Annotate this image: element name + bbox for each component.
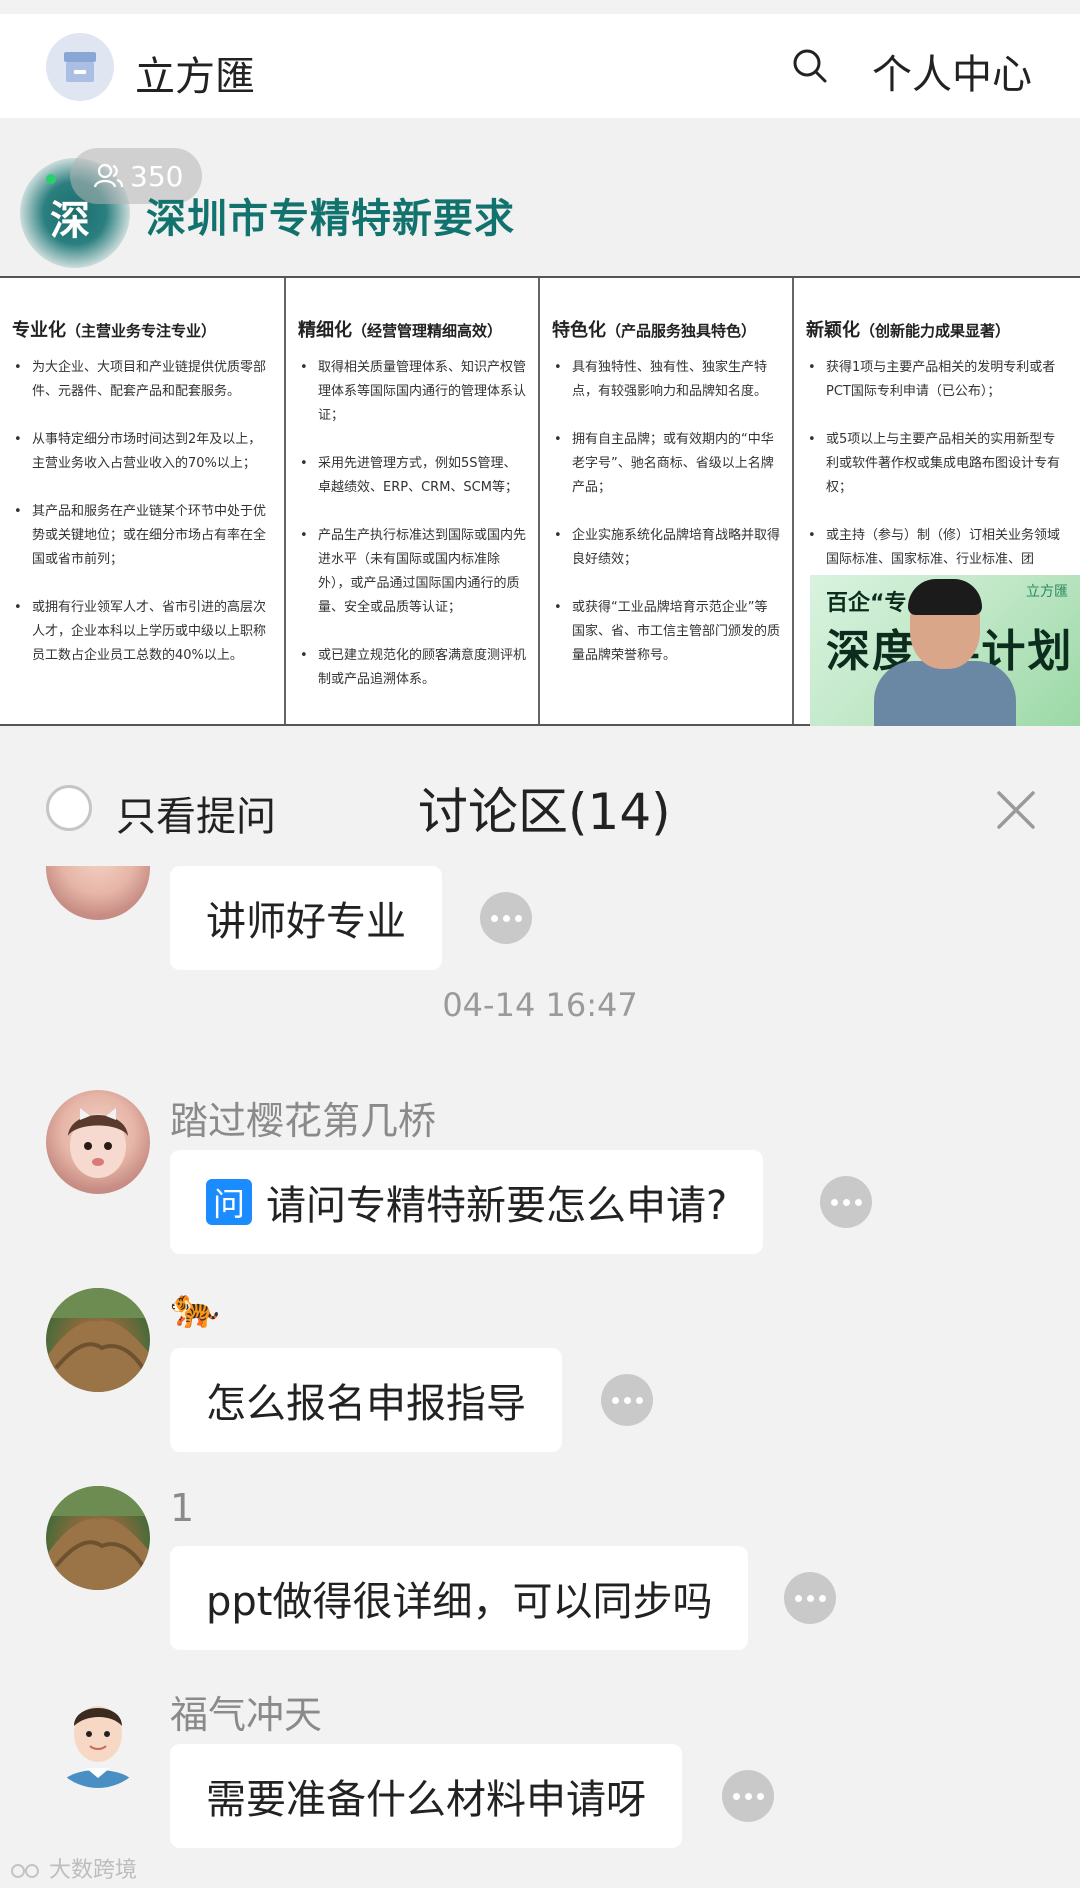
column-heading: 精细化（经营管理精细高效） xyxy=(298,320,503,341)
message-bubble[interactable]: 需要准备什么材料申请呀 xyxy=(170,1744,682,1848)
live-indicator-icon xyxy=(46,174,56,184)
message-timestamp: 04-14 16:47 xyxy=(442,986,638,1024)
store-logo-icon[interactable] xyxy=(46,33,114,101)
column-item: 或拥有行业领军人才、省市引进的高层次人才，企业本科以上学历或中级以上职称员工数占… xyxy=(12,596,272,668)
column-item: 拥有自主品牌；或有效期内的“中华老字号”、驰名商标、省级以上名牌产品； xyxy=(552,428,780,500)
column-item: 取得相关质量管理体系、知识产权管理体系等国际国内通行的管理体系认证； xyxy=(298,356,526,428)
presenter-video-overlay[interactable]: 百企“专 立方匯 深度 伴计划 xyxy=(810,575,1080,726)
avatar[interactable] xyxy=(46,1684,150,1788)
avatar[interactable] xyxy=(46,1090,150,1194)
avatar[interactable] xyxy=(46,1288,150,1392)
slide-column-distinctive: 特色化（产品服务独具特色） 具有独特性、独有性、独家生产特点，有较强影响力和品牌… xyxy=(540,278,794,724)
column-item: 产品生产执行标准达到国际或国内先进水平（未有国际或国内标准除外），或产品通过国际… xyxy=(298,524,526,620)
slide-column-refined: 精细化（经营管理精细高效） 取得相关质量管理体系、知识产权管理体系等国际国内通行… xyxy=(286,278,540,724)
column-item: 为大企业、大项目和产业链提供优质零部件、元器件、配套产品和配套服务。 xyxy=(12,356,272,404)
discussion-header: 只看提问 讨论区(14) xyxy=(0,726,1080,866)
more-options-icon[interactable] xyxy=(480,892,532,944)
message-list[interactable]: 讲师好专业 04-14 16:47 踏过樱花第几桥 问 请问专精特新要怎么申请?… xyxy=(0,866,1080,1888)
column-item: 或主持（参与）制（修）订相关业务领域国际标准、国家标准、行业标准、团 xyxy=(806,524,1068,572)
column-item: 或5项以上与主要产品相关的实用新型专利或软件著作权或集成电路布图设计专有权； xyxy=(806,428,1068,500)
profile-center-link[interactable]: 个人中心 xyxy=(872,42,1032,100)
top-bar: 立方匯 个人中心 xyxy=(0,14,1080,118)
avatar[interactable] xyxy=(46,1486,150,1590)
viewers-icon xyxy=(94,163,124,188)
presenter-banner-small: 百企“专 xyxy=(826,591,907,616)
close-icon[interactable] xyxy=(996,790,1036,830)
slide-title-band: 深 350 深圳市专精特新要求 xyxy=(0,118,1080,276)
column-item: 或已建立规范化的顾客满意度测评机制或产品追溯体系。 xyxy=(298,644,526,692)
column-item: 从事特定细分市场时间达到2年及以上，主营业务收入占营业收入的70%以上； xyxy=(12,428,272,476)
message-bubble[interactable]: 讲师好专业 xyxy=(170,866,442,970)
live-video-player[interactable]: 深 350 深圳市专精特新要求 专业化（主营业务专注专业） 为大企业、大项目和产… xyxy=(0,118,1080,726)
nickname: 🐅 xyxy=(170,1285,220,1331)
more-options-icon[interactable] xyxy=(784,1572,836,1624)
column-item: 获得1项与主要产品相关的发明专利或者PCT国际专利申请（已公布）； xyxy=(806,356,1068,404)
presenter-hair xyxy=(908,579,982,615)
message-bubble[interactable]: 怎么报名申报指导 xyxy=(170,1348,562,1452)
column-heading: 特色化（产品服务独具特色） xyxy=(552,320,757,341)
slide-column-specialized: 专业化（主营业务专注专业） 为大企业、大项目和产业链提供优质零部件、元器件、配套… xyxy=(0,278,286,724)
discussion-title: 讨论区(14) xyxy=(418,783,671,841)
column-item: 其产品和服务在产业链某个环节中处于优势或关键地位；或在细分市场占有率在全国或省市… xyxy=(12,500,272,572)
presenter-body xyxy=(874,661,1016,726)
column-item: 采用先进管理方式，例如5S管理、卓越绩效、ERP、CRM、SCM等； xyxy=(298,452,526,500)
watermark-logo-icon xyxy=(11,1864,39,1878)
nickname: 1 xyxy=(170,1486,195,1530)
message-text: 请问专精特新要怎么申请? xyxy=(266,1183,728,1229)
watermark: 大数跨境 xyxy=(10,1852,137,1884)
question-badge-icon: 问 xyxy=(206,1179,252,1225)
more-options-icon[interactable] xyxy=(820,1176,872,1228)
presenter-brand: 立方匯 xyxy=(1026,584,1068,600)
column-item: 具有独特性、独有性、独家生产特点，有较强影响力和品牌知名度。 xyxy=(552,356,780,404)
more-options-icon[interactable] xyxy=(601,1374,653,1426)
column-item: 企业实施系统化品牌培育战略并取得良好绩效； xyxy=(552,524,780,572)
only-questions-label[interactable]: 只看提问 xyxy=(116,784,276,842)
avatar[interactable] xyxy=(46,866,150,920)
slide-title: 深圳市专精特新要求 xyxy=(146,196,515,242)
column-item: 或获得“工业品牌培育示范企业”等国家、省、市工信主管部门颁发的质量品牌荣誉称号。 xyxy=(552,596,780,668)
message-bubble[interactable]: 问 请问专精特新要怎么申请? xyxy=(170,1150,764,1254)
column-heading: 专业化（主营业务专注专业） xyxy=(12,320,217,341)
app-title: 立方匯 xyxy=(135,54,255,100)
search-icon[interactable] xyxy=(790,46,830,86)
nickname: 福气冲天 xyxy=(170,1693,323,1737)
only-questions-radio[interactable] xyxy=(46,785,92,831)
message-bubble[interactable]: ppt做得很详细，可以同步吗 xyxy=(170,1546,749,1650)
more-options-icon[interactable] xyxy=(722,1770,774,1822)
column-heading: 新颖化（创新能力成果显著） xyxy=(806,320,1011,341)
nickname: 踏过樱花第几桥 xyxy=(170,1099,437,1143)
